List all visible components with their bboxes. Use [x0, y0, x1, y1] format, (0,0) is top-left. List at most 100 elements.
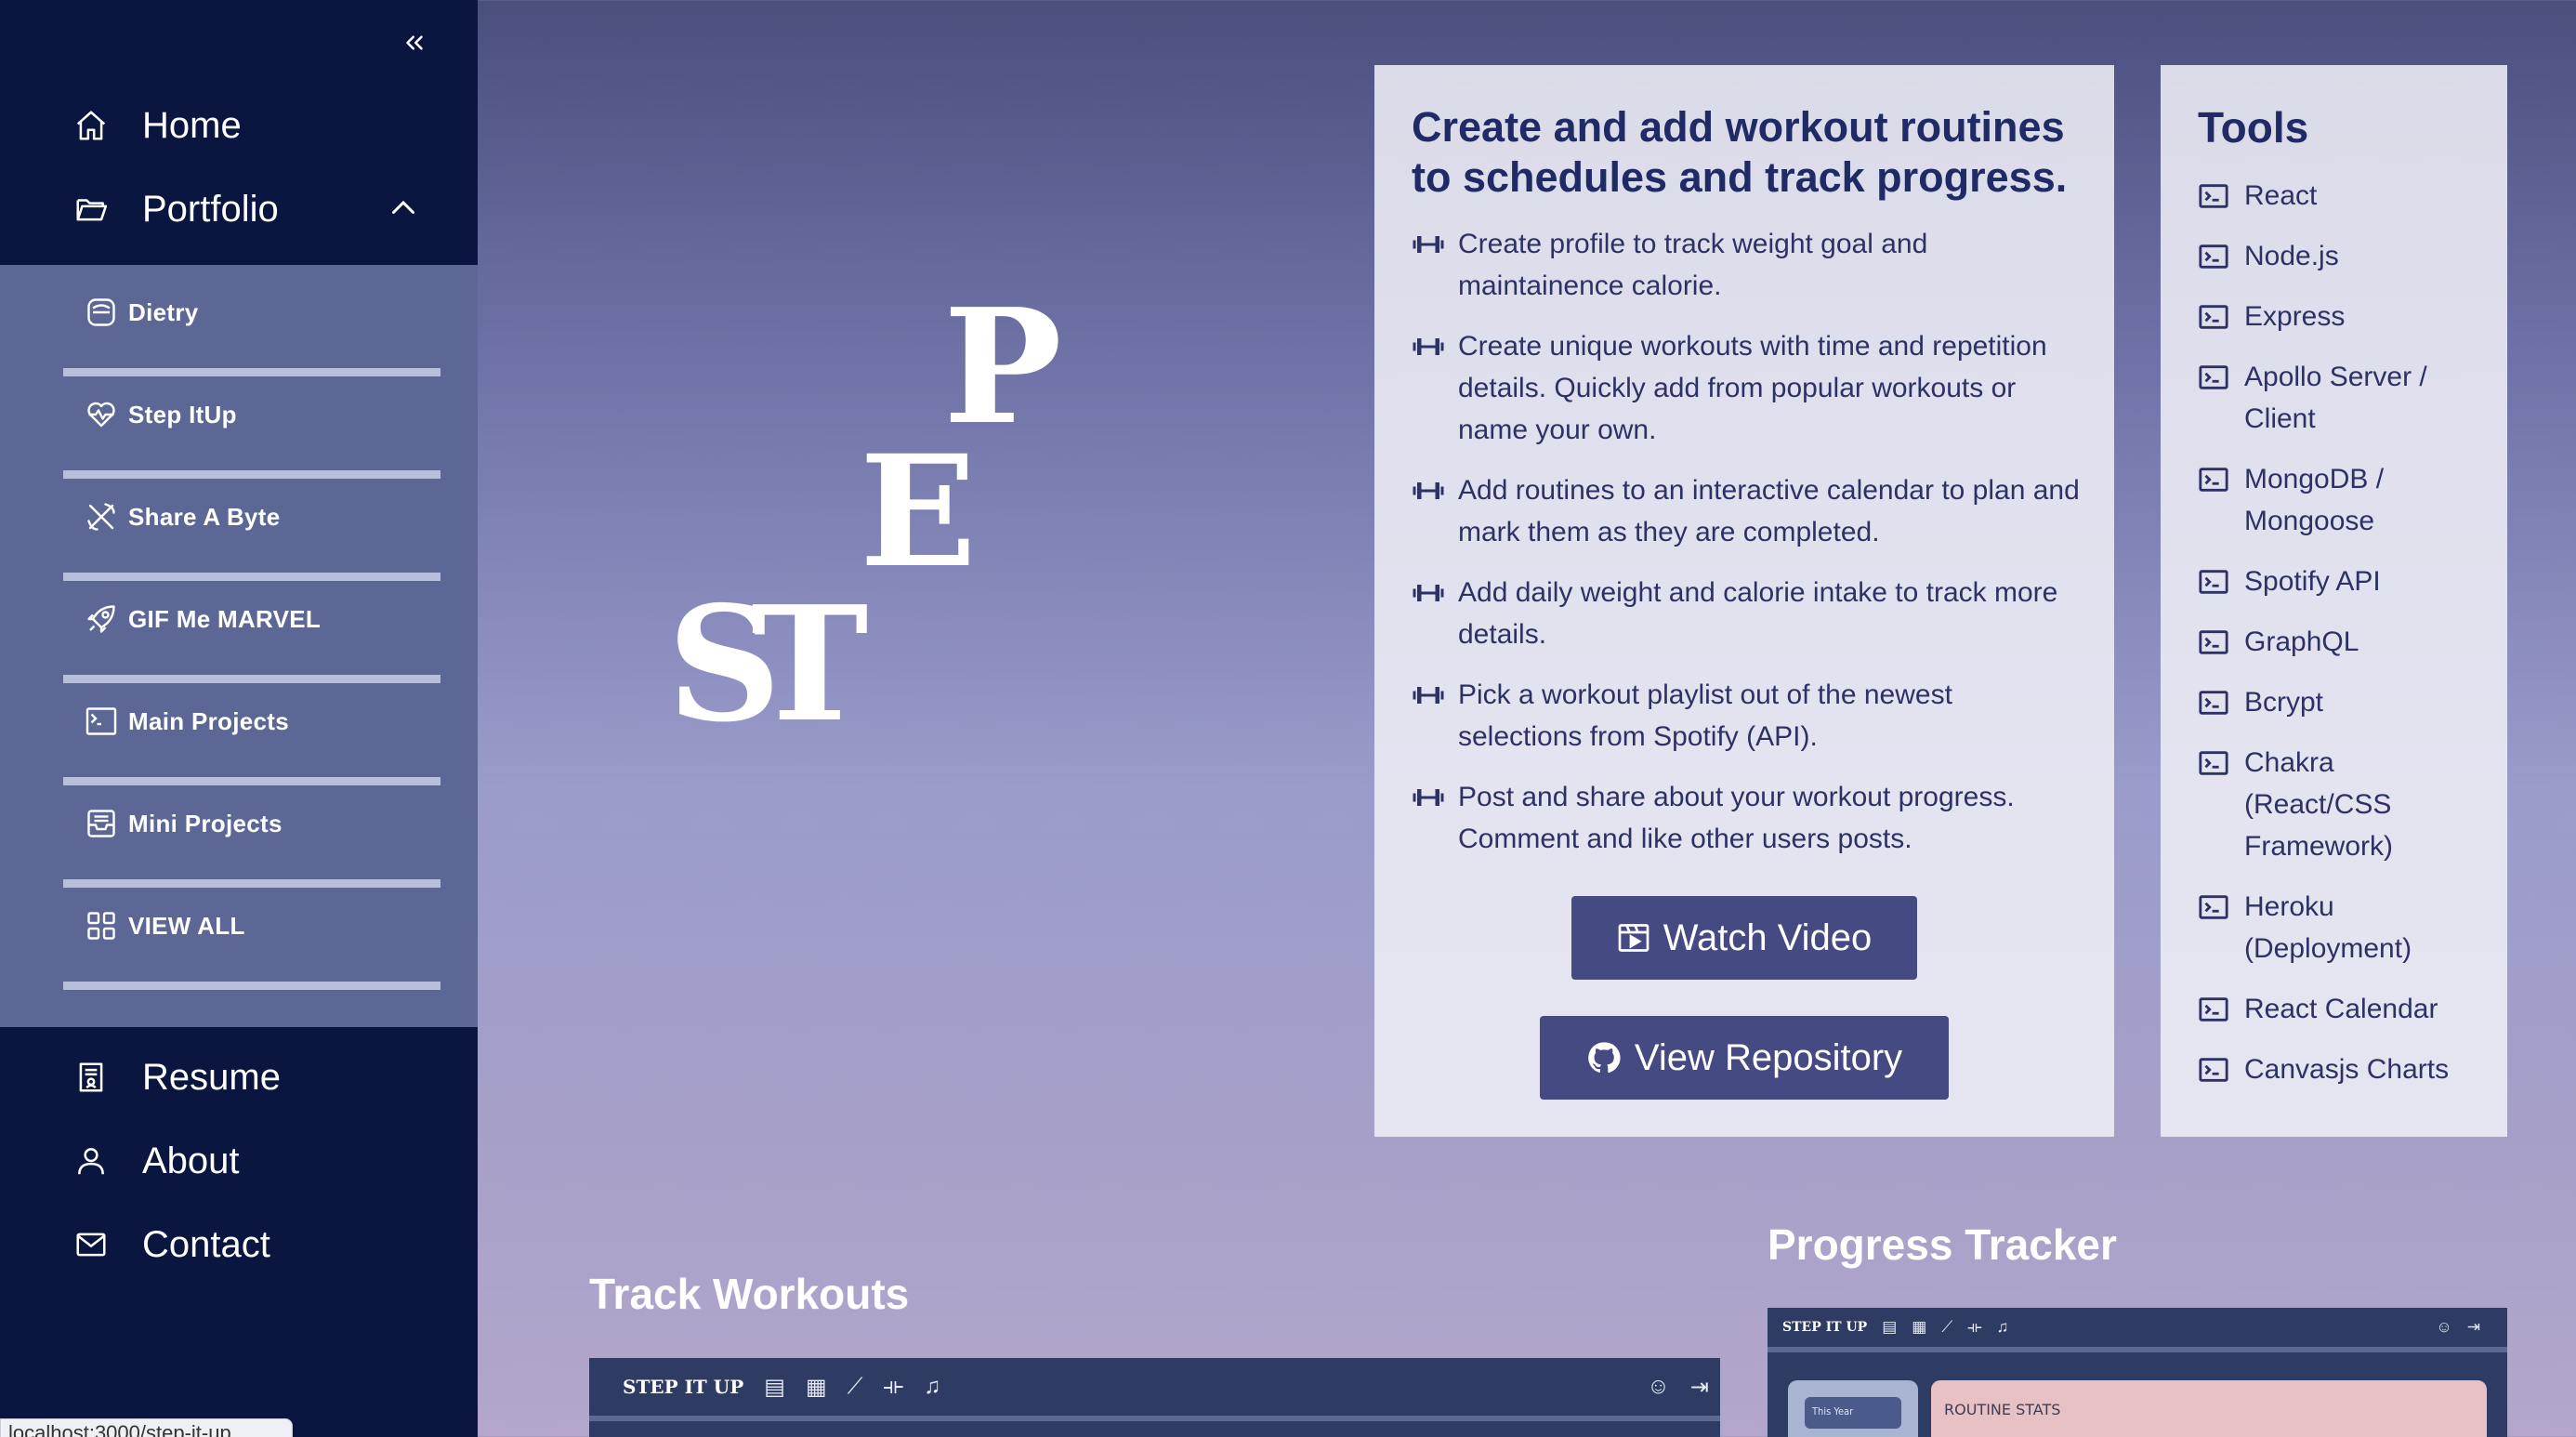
track-workouts-preview[interactable]: STEP IT UP ▤ ▦ ⟋ ⟛ ♫ ☺ ⇥ — [589, 1358, 1720, 1437]
sidebar-item-label: Step ItUp — [128, 400, 237, 428]
track-workouts-title: Track Workouts — [589, 1270, 910, 1318]
view-repository-label: View Repository — [1634, 1036, 1903, 1078]
tool-label: Canvasjs Charts — [2244, 1054, 2450, 1085]
bowl-icon — [84, 295, 119, 330]
description-heading: Create and add workout routines to sched… — [1412, 103, 2068, 201]
dumbbell-icon — [1412, 776, 1449, 818]
sidebar-item-label: Main Projects — [128, 706, 289, 735]
preview-dumbbell-icon: ⟛ — [1967, 1318, 1982, 1336]
nav-about-label: About — [142, 1140, 240, 1181]
sidebar-item-view-all[interactable]: VIEW ALL — [63, 888, 440, 990]
divider — [63, 470, 440, 479]
chevron-up-icon[interactable] — [387, 191, 420, 230]
sidebar-item-mini-projects[interactable]: Mini Projects — [63, 785, 440, 888]
collapse-sidebar-button[interactable] — [394, 24, 435, 61]
portfolio-submenu: Dietry Step ItUp Share A Byte GIF Me MAR… — [0, 265, 478, 1027]
preview-logout-icon: ⇥ — [2466, 1318, 2480, 1336]
grid-icon — [84, 908, 119, 943]
feature-text: Create profile to track weight goal and … — [1458, 229, 1928, 301]
nav-home-label: Home — [142, 104, 242, 146]
preview-user-icon: ☺ — [1647, 1374, 1670, 1399]
tool-label: MongoDB / Mongoose — [2244, 464, 2385, 536]
user-icon — [71, 1140, 112, 1181]
nav-contact-label: Contact — [142, 1223, 270, 1265]
folder-open-icon — [71, 189, 112, 230]
nav-about[interactable]: About — [71, 1128, 461, 1193]
preview-nav-icon: ▤ — [764, 1374, 785, 1400]
preview-routine-stats: ROUTINE STATS — [1931, 1380, 2487, 1437]
preview-navbar: STEP IT UP ▤ ▦ ⟋ ⟛ ♫ ☺ ⇥ — [589, 1358, 1720, 1421]
video-icon — [1618, 924, 1649, 952]
divider — [63, 777, 440, 785]
sidebar-item-share-a-byte[interactable]: Share A Byte — [63, 479, 440, 581]
terminal-icon — [2198, 458, 2233, 500]
preview-nav-icon: ▤ — [1882, 1318, 1898, 1336]
terminal-icon — [2198, 175, 2233, 217]
preview-year-select: This Year — [1805, 1397, 1901, 1429]
preview-logo: STEP IT UP — [623, 1376, 744, 1398]
divider — [63, 879, 440, 888]
feature-item: Create profile to track weight goal and … — [1412, 223, 2081, 307]
tool-item: Node.js — [2198, 235, 2486, 277]
tool-label: GraphQL — [2244, 626, 2359, 657]
tool-label: Spotify API — [2244, 566, 2381, 597]
sidebar-item-dietry[interactable]: Dietry — [63, 274, 440, 376]
view-repository-button[interactable]: View Repository — [1540, 1016, 1949, 1100]
utensils-icon — [84, 499, 119, 534]
double-chevron-left-icon — [406, 35, 423, 50]
feature-item: Post and share about your workout progre… — [1412, 776, 2081, 860]
sidebar-item-step-itup[interactable]: Step ItUp — [63, 376, 440, 479]
feature-text: Post and share about your workout progre… — [1458, 782, 2015, 854]
preview-chart-icon: ⟋ — [1941, 1318, 1953, 1336]
mail-icon — [71, 1224, 112, 1265]
terminal-icon — [2198, 681, 2233, 723]
preview-calendar-icon: ▦ — [1912, 1318, 1927, 1336]
feature-text: Pick a workout playlist out of the newes… — [1458, 679, 1952, 752]
preview-stats-title: ROUTINE STATS — [1944, 1401, 2061, 1418]
sidebar-item-label: GIF Me MARVEL — [128, 604, 322, 633]
terminal-icon — [84, 704, 119, 739]
terminal-icon — [2198, 988, 2233, 1030]
tool-item: React — [2198, 175, 2486, 217]
preview-logout-icon: ⇥ — [1689, 1374, 1709, 1400]
tool-label: Heroku (Deployment) — [2244, 891, 2412, 964]
nav-portfolio[interactable]: Portfolio — [71, 177, 461, 242]
terminal-icon — [2198, 296, 2233, 337]
feature-item: Create unique workouts with time and rep… — [1412, 325, 2081, 451]
preview-filter-panel: This Year — [1788, 1380, 1918, 1437]
github-icon — [1588, 1042, 1621, 1074]
nav-contact[interactable]: Contact — [71, 1212, 461, 1277]
heart-pulse-icon — [84, 397, 119, 432]
tools-card: Tools React Node.js Express Apollo Server /… — [2161, 65, 2507, 1137]
tool-item: Apollo Server / Client — [2198, 356, 2486, 440]
status-bar-url: localhost:3000/step-it-up — [0, 1418, 293, 1437]
sidebar-item-gif-me-marvel[interactable]: GIF Me MARVEL — [63, 581, 440, 683]
divider — [63, 368, 440, 376]
terminal-icon — [2198, 560, 2233, 602]
dumbbell-icon — [1412, 674, 1449, 716]
nav-home[interactable]: Home — [71, 93, 461, 158]
tool-item: Canvasjs Charts — [2198, 1048, 2486, 1090]
dumbbell-icon — [1412, 572, 1449, 613]
sidebar-item-main-projects[interactable]: Main Projects — [63, 683, 440, 785]
dumbbell-icon — [1412, 325, 1449, 367]
tool-item: MongoDB / Mongoose — [2198, 458, 2486, 542]
tool-label: Apollo Server / Client — [2244, 362, 2427, 434]
preview-logo: STEP IT UP — [1782, 1320, 1868, 1335]
preview-music-icon: ♫ — [1996, 1318, 2009, 1336]
preview-chart-icon: ⟋ — [847, 1374, 863, 1399]
rocket-icon — [84, 601, 119, 637]
watch-video-button[interactable]: Watch Video — [1571, 896, 1917, 980]
nav-resume[interactable]: Resume — [71, 1045, 461, 1110]
resume-icon — [71, 1057, 112, 1098]
preview-dumbbell-icon: ⟛ — [883, 1374, 904, 1399]
divider — [63, 573, 440, 581]
tool-item: Heroku (Deployment) — [2198, 886, 2486, 969]
feature-text: Add daily weight and calorie intake to t… — [1458, 577, 2058, 650]
sidebar-item-label: Mini Projects — [128, 809, 283, 837]
nav-resume-label: Resume — [142, 1056, 281, 1098]
step-it-up-logo: S T E P — [651, 279, 1078, 762]
progress-tracker-preview[interactable]: STEP IT UP ▤ ▦ ⟋ ⟛ ♫ ☺ ⇥ This Year ROUTI… — [1768, 1308, 2507, 1437]
home-icon — [71, 105, 112, 146]
terminal-icon — [2198, 621, 2233, 663]
